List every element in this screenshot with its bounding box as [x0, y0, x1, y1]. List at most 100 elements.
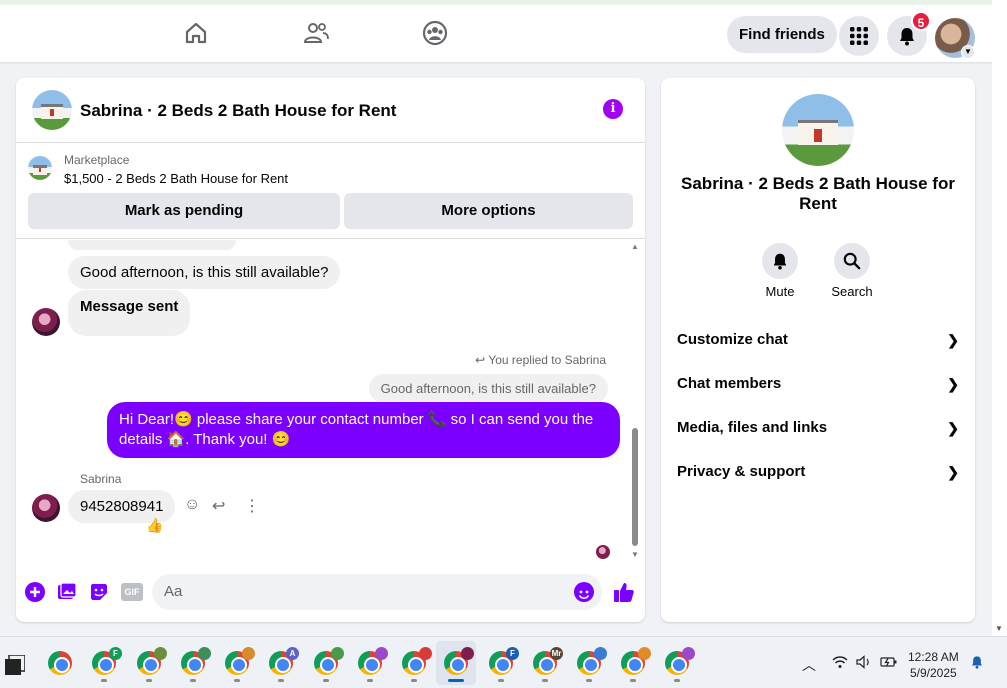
customize-chat-section[interactable]: Customize chat ❯	[677, 322, 959, 358]
chrome-icon[interactable]	[444, 647, 474, 675]
grid-menu-icon	[850, 27, 868, 45]
replied-indicator: ↩ You replied to Sabrina	[475, 353, 606, 367]
message-bubble[interactable]: Message sent	[68, 290, 191, 336]
chat-title[interactable]: Sabrina · 2 Beds 2 Bath House for Rent	[80, 101, 396, 121]
chevron-down-icon: ❯	[947, 464, 959, 480]
notification-bell-icon[interactable]	[970, 654, 984, 673]
chrome-icon[interactable]: F	[489, 647, 519, 675]
seen-avatar	[596, 545, 610, 559]
section-label: Media, files and links	[677, 419, 828, 436]
media-files-links-section[interactable]: Media, files and links ❯	[677, 410, 959, 446]
search-icon	[843, 252, 861, 270]
message-scrollbar[interactable]: ▲ ▼	[631, 242, 639, 559]
plus-icon[interactable]	[24, 581, 46, 603]
active-indicator	[448, 679, 464, 682]
reply-icon: ↩	[475, 353, 486, 367]
menu-button[interactable]	[839, 16, 879, 56]
running-indicator	[674, 679, 680, 682]
sticker-icon[interactable]	[88, 581, 110, 603]
search-label: Search	[831, 284, 873, 299]
chevron-down-icon: ❯	[947, 332, 959, 348]
listing-thumbnail[interactable]	[32, 90, 72, 130]
scroll-down-icon[interactable]: ▼	[995, 624, 1003, 633]
info-icon[interactable]: i	[603, 99, 623, 119]
sender-name: Sabrina	[80, 472, 122, 486]
mark-as-pending-button[interactable]: Mark as pending	[28, 193, 340, 229]
chrome-icon[interactable]: F	[92, 647, 122, 675]
listing-small-thumbnail	[28, 156, 52, 180]
chat-members-section[interactable]: Chat members ❯	[677, 366, 959, 402]
running-indicator	[630, 679, 636, 682]
wifi-icon[interactable]	[832, 655, 848, 672]
more-options-button[interactable]: More options	[344, 193, 633, 229]
avatar[interactable]	[32, 494, 60, 522]
message-input[interactable]: Aa	[152, 574, 602, 610]
chat-header: Sabrina · 2 Beds 2 Bath House for Rent i	[16, 78, 645, 143]
running-indicator	[190, 679, 196, 682]
scroll-up-icon[interactable]: ▲	[631, 242, 639, 251]
running-indicator	[234, 679, 240, 682]
photo-icon[interactable]	[56, 581, 78, 603]
chrome-icon[interactable]	[225, 647, 255, 675]
thumbs-up-icon[interactable]	[612, 581, 636, 603]
groups-icon[interactable]	[421, 19, 449, 47]
partial-message-bubble	[68, 240, 236, 250]
notification-badge: 5	[911, 11, 931, 31]
running-indicator	[586, 679, 592, 682]
notifications-button[interactable]: 5	[887, 11, 931, 56]
running-indicator	[411, 679, 417, 682]
search-button[interactable]: Search	[822, 243, 882, 299]
running-indicator	[278, 679, 284, 682]
battery-icon[interactable]	[880, 655, 898, 672]
react-emoji-icon[interactable]: ☺	[184, 496, 200, 514]
listing-title[interactable]: $1,500 - 2 Beds 2 Bath House for Rent	[64, 171, 288, 186]
show-hidden-icons[interactable]: ︿	[802, 655, 816, 675]
chevron-down-icon[interactable]: ▼	[961, 45, 975, 59]
info-panel-title: Sabrina · 2 Beds 2 Bath House for Rent	[681, 174, 955, 213]
chrome-icon[interactable]	[577, 647, 607, 675]
section-label: Privacy & support	[677, 463, 806, 480]
privacy-support-section[interactable]: Privacy & support ❯	[677, 454, 959, 490]
section-label: Chat members	[677, 375, 782, 392]
chrome-icon[interactable]	[314, 647, 344, 675]
avatar[interactable]	[32, 308, 60, 336]
more-dots-icon[interactable]: ⋮	[244, 496, 260, 516]
chrome-icon[interactable]	[137, 647, 167, 675]
chrome-icon[interactable]	[358, 647, 388, 675]
clock-date: 5/9/2025	[909, 666, 957, 680]
chrome-icon[interactable]	[665, 647, 695, 675]
scroll-thumb[interactable]	[632, 428, 638, 546]
running-indicator	[323, 679, 329, 682]
emoji-icon[interactable]	[574, 582, 594, 602]
top-navigation-bar: Find friends 5 ▼	[0, 0, 992, 62]
gif-icon[interactable]: GIF	[120, 581, 144, 603]
chrome-icon[interactable]: Mr	[533, 647, 563, 675]
message-bubble[interactable]: Good afternoon, is this still available?	[68, 256, 341, 289]
chrome-icon[interactable]	[181, 647, 211, 675]
system-clock[interactable]: 12:28 AM 5/9/2025	[908, 649, 959, 681]
section-label: Customize chat	[677, 331, 788, 348]
replied-quote[interactable]: Good afternoon, is this still available?	[368, 374, 608, 403]
chrome-icon[interactable]	[402, 647, 432, 675]
home-icon[interactable]	[182, 19, 210, 47]
reaction-badge[interactable]: 👍	[146, 517, 163, 534]
chrome-icon[interactable]	[48, 651, 72, 675]
listing-avatar[interactable]	[782, 94, 854, 166]
start-icon[interactable]	[5, 655, 25, 675]
chrome-icon[interactable]	[621, 647, 651, 675]
volume-icon[interactable]	[856, 655, 872, 672]
running-indicator	[101, 679, 107, 682]
chevron-down-icon: ❯	[947, 376, 959, 392]
scroll-down-icon[interactable]: ▼	[631, 550, 639, 559]
find-friends-button[interactable]: Find friends	[727, 16, 837, 53]
clock-time: 12:28 AM	[908, 650, 959, 664]
friends-icon[interactable]	[302, 19, 330, 47]
message-composer: GIF Aa	[16, 570, 645, 614]
reply-icon[interactable]: ↩	[212, 496, 225, 516]
outgoing-message-bubble[interactable]: Hi Dear!😊 please share your contact numb…	[107, 402, 620, 458]
mute-label: Mute	[765, 284, 795, 299]
page-scrollbar[interactable]: ▼	[992, 0, 1007, 636]
mute-button[interactable]: Mute	[750, 243, 810, 299]
running-indicator	[498, 679, 504, 682]
chrome-icon[interactable]: A	[269, 647, 299, 675]
